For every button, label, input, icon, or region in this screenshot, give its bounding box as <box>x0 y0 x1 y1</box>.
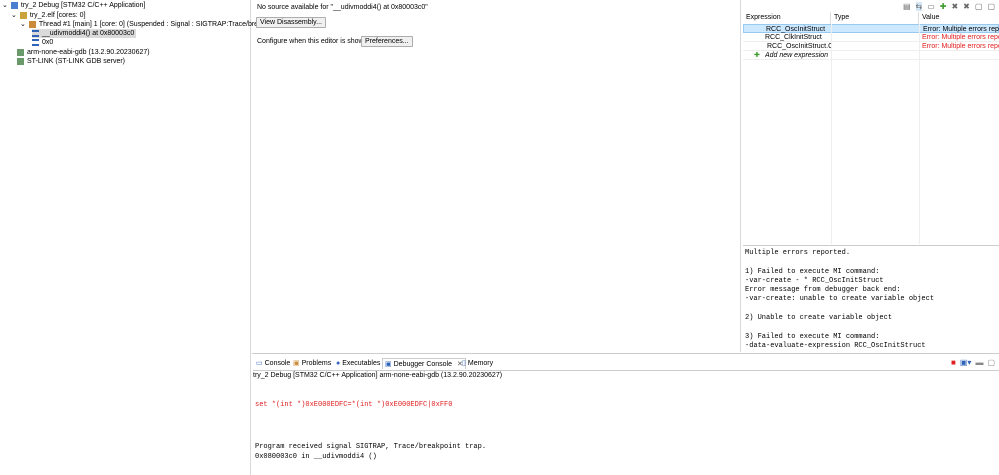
column-divider <box>919 24 920 244</box>
add-expression-row[interactable]: ✚ Add new expression <box>743 51 999 60</box>
executables-icon: ● <box>336 360 341 367</box>
terminate-icon[interactable]: ■ <box>951 358 956 367</box>
maximize-icon[interactable]: ▢ <box>987 2 995 11</box>
gdb-icon <box>17 49 24 56</box>
column-header-expression[interactable]: Expression <box>743 12 831 24</box>
column-divider <box>831 24 832 244</box>
tree-label: Thread #1 [main] 1 [core: 0] (Suspended … <box>38 21 285 28</box>
expression-name: RCC_ClkInitStruct <box>765 34 822 41</box>
expression-name: RCC_OscInitStruct.OscillatorType <box>767 43 831 50</box>
tree-item-process[interactable]: ⌄ try_2.elf [cores: 0] <box>11 11 86 20</box>
console-icon: ▭ <box>256 360 263 367</box>
console-subtitle: try_2 Debug [STM32 C/C++ Application] ar… <box>253 370 999 379</box>
tree-label: 0x0 <box>42 39 54 46</box>
debug-view: ⌄ try_2 Debug [STM32 C/C++ Application] ⌄… <box>0 0 285 475</box>
remove-icon[interactable]: ✖ <box>951 2 958 11</box>
expression-row[interactable]: RCC_ClkInitStruct Error: Multiple errors… <box>743 33 999 42</box>
debugger-console-icon: ▣ <box>385 360 392 368</box>
tree-label: try_2 Debug [STM32 C/C++ Application] <box>20 2 146 9</box>
new-expression-icon[interactable]: ▢ <box>975 2 983 11</box>
console-toolbar: ■ ▣▾ ▬ ▢ <box>951 358 995 367</box>
tree-label: ST-LINK (ST-LINK GDB server) <box>27 58 126 65</box>
column-header-type[interactable]: Type <box>831 12 919 24</box>
console-output-line: Program received signal SIGTRAP, Trace/b… <box>255 443 487 451</box>
collapse-icon[interactable]: ⇆ <box>915 2 923 11</box>
tab-label: Console <box>264 360 291 367</box>
no-source-message: No source available for "__udivmoddi4() … <box>257 4 428 11</box>
expressions-toolbar: ▤ ⇆ ▭ ✚ ✖ ✖ ▢ ▢ <box>903 2 995 11</box>
expressions-view: ▤ ⇆ ▭ ✚ ✖ ✖ ▢ ▢ Expression Type Value RC… <box>743 0 999 352</box>
tab-executables[interactable]: ● Executables <box>336 358 380 369</box>
tree-label: arm-none-eabi-gdb (13.2.90.20230627) <box>27 49 150 56</box>
layout-icon[interactable]: ▭ <box>927 2 935 11</box>
console-view: ▭ Console ▣ Problems ● Executables ▣ Debugge… <box>252 353 999 475</box>
gdb-icon <box>17 58 24 65</box>
maximize-icon[interactable]: ▢ <box>987 358 995 367</box>
tab-label: Debugger Console <box>393 360 452 368</box>
preferences-button[interactable]: Preferences... <box>361 36 413 47</box>
show-type-icon[interactable]: ▤ <box>903 2 911 11</box>
add-icon: ✚ <box>754 52 760 59</box>
chevron-down-icon[interactable]: ⌄ <box>20 20 26 29</box>
remove-all-icon[interactable]: ✖ <box>963 2 970 11</box>
editor-area: No source available for "__udivmoddi4() … <box>252 0 741 352</box>
tree-item-launch[interactable]: ⌄ try_2 Debug [STM32 C/C++ Application] <box>2 1 145 10</box>
expressions-table: Expression Type Value RCC_OscInitStruct … <box>743 12 999 244</box>
view-disassembly-button[interactable]: View Disassembly... <box>256 17 326 28</box>
expression-row[interactable]: RCC_OscInitStruct Error: Multiple errors… <box>743 24 999 33</box>
tree-item-frame-selected[interactable]: __udivmoddi4() at 0x80003c0 <box>32 29 137 38</box>
tab-problems[interactable]: ▣ Problems <box>293 358 331 369</box>
memory-icon: ▯ <box>462 360 466 367</box>
stack-frame-icon <box>32 39 39 46</box>
column-header-value[interactable]: Value <box>919 12 999 24</box>
tab-label: Executables <box>342 360 381 367</box>
expression-value: Error: Multiple errors reported <box>922 34 999 41</box>
display-console-icon[interactable]: ▣▾ <box>960 358 972 367</box>
tab-label: Problems <box>301 360 332 367</box>
tree-item-thread[interactable]: ⌄ Thread #1 [main] 1 [core: 0] (Suspended… <box>20 20 285 29</box>
console-output-line: 0x080003c0 in __udivmoddi4 () <box>255 453 377 461</box>
expression-value: Error: Multiple errors reported <box>922 43 999 50</box>
configure-label: Configure when this editor is shown <box>257 38 368 45</box>
launch-icon <box>10 2 18 9</box>
tree-item-stlink[interactable]: ST-LINK (ST-LINK GDB server) <box>17 57 125 66</box>
minimize-icon[interactable]: ▬ <box>975 358 983 367</box>
details-pane: Multiple errors reported. 1) Failed to e… <box>743 245 999 352</box>
expression-row[interactable]: RCC_OscInitStruct.OscillatorType Error: … <box>743 42 999 51</box>
add-icon[interactable]: ✚ <box>940 2 947 11</box>
process-icon <box>19 12 27 19</box>
tree-item-gdb[interactable]: arm-none-eabi-gdb (13.2.90.20230627) <box>17 48 150 57</box>
stack-frame-icon <box>32 30 39 37</box>
problems-icon: ▣ <box>293 360 300 367</box>
chevron-down-icon[interactable]: ⌄ <box>2 1 8 10</box>
tab-debugger-console[interactable]: ▣ Debugger Console ✕ <box>382 358 466 369</box>
tree-label: try_2.elf [cores: 0] <box>29 12 86 19</box>
tab-console[interactable]: ▭ Console <box>256 358 290 369</box>
tree-item-frame[interactable]: 0x0 <box>32 38 53 47</box>
console-command: set *(int *)0xE000EDFC=*(int *)0xE000EDF… <box>255 401 453 409</box>
add-new-expression[interactable]: Add new expression <box>765 51 828 60</box>
thread-icon <box>28 21 36 28</box>
tree-label: __udivmoddi4() at 0x80003c0 <box>42 30 135 37</box>
tab-label: Memory <box>467 360 494 367</box>
tab-memory[interactable]: ▯ Memory <box>462 358 493 369</box>
chevron-down-icon[interactable]: ⌄ <box>11 11 17 20</box>
